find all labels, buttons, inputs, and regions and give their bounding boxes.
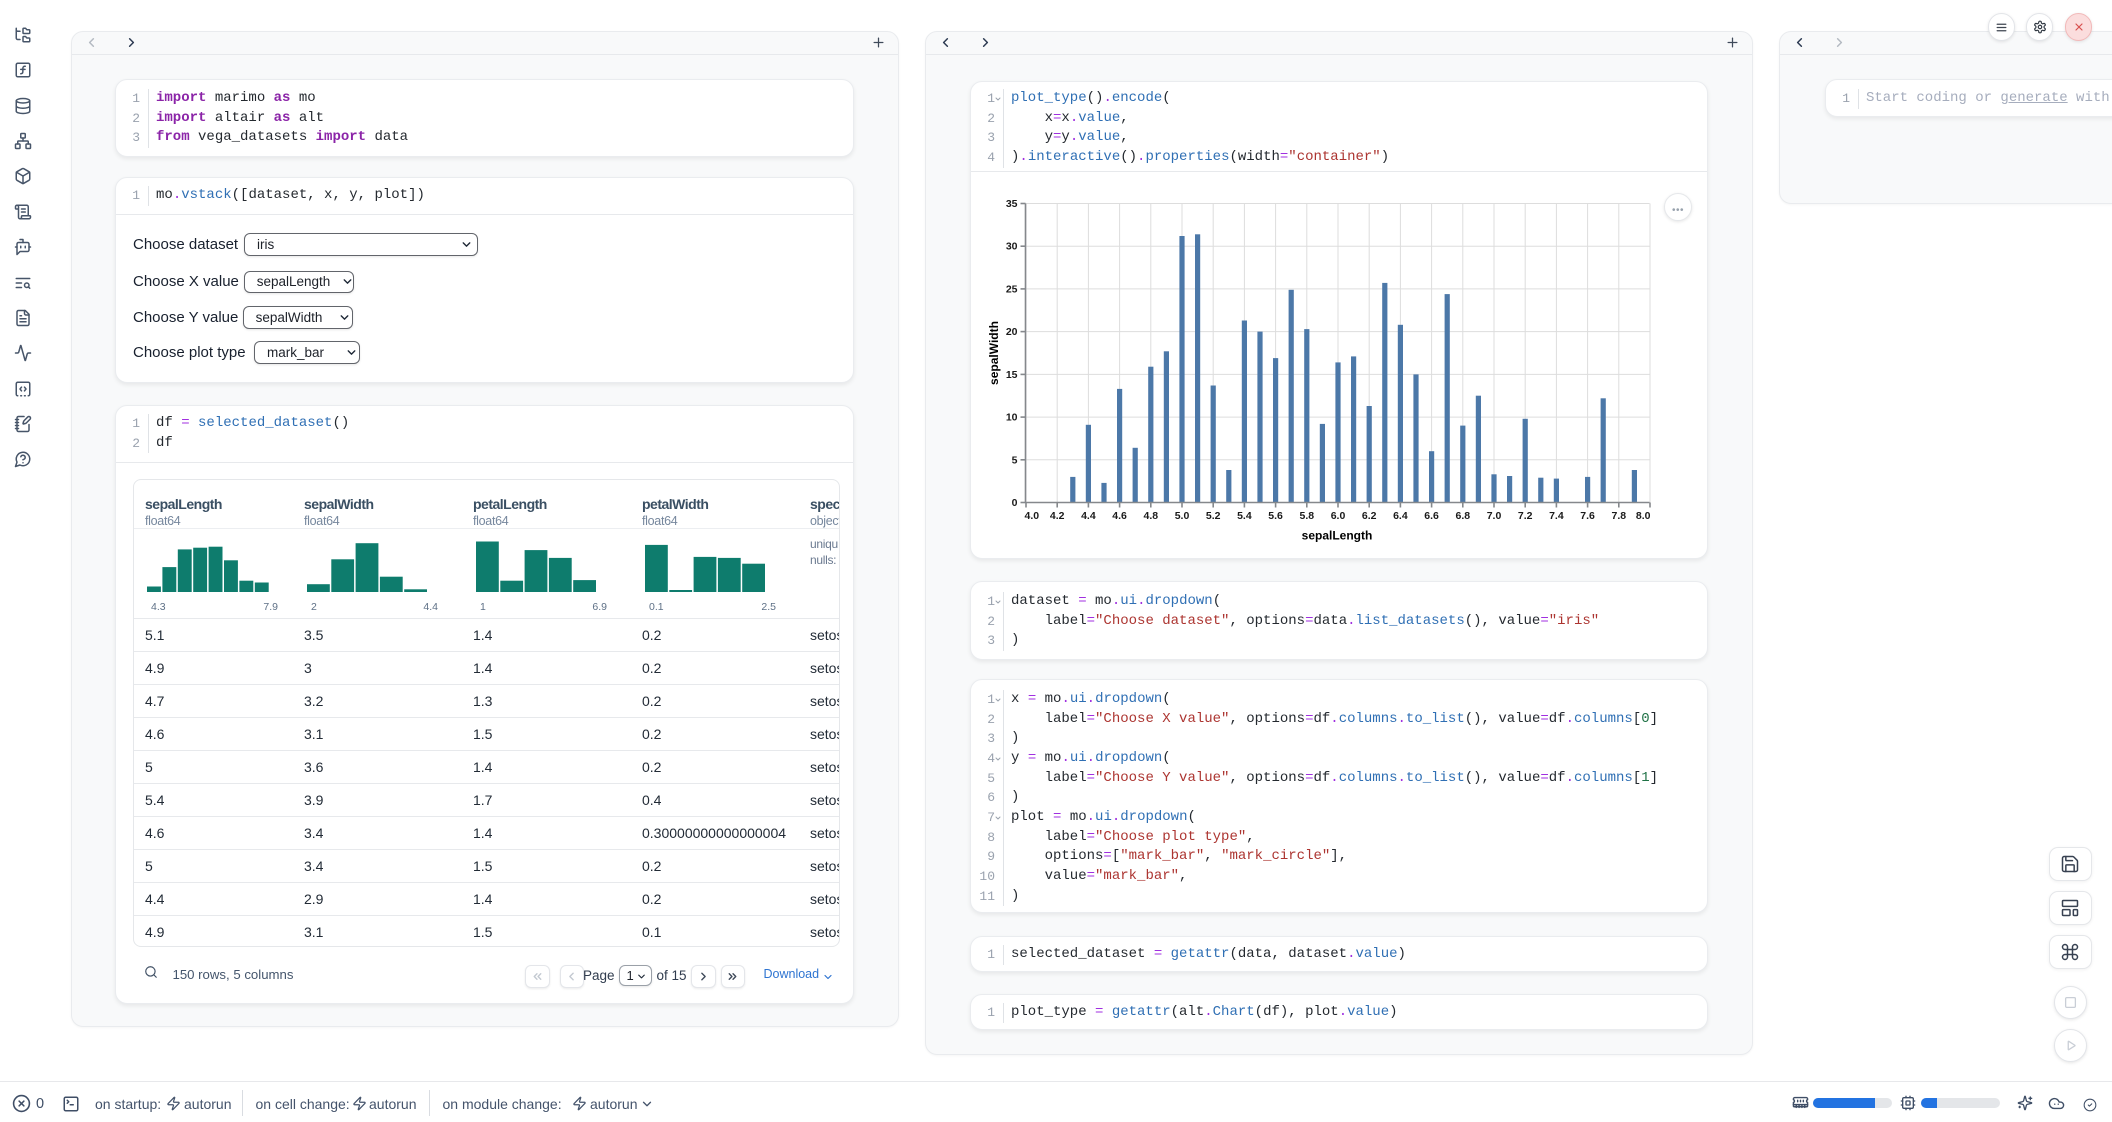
svg-text:sepalWidth: sepalWidth	[987, 321, 1001, 385]
svg-text:6.0: 6.0	[1331, 510, 1346, 522]
svg-text:5.6: 5.6	[1268, 510, 1283, 522]
svg-text:20: 20	[1006, 326, 1018, 338]
svg-text:7.2: 7.2	[1518, 510, 1533, 522]
svg-text:4.4: 4.4	[1081, 510, 1096, 522]
svg-text:35: 35	[1006, 198, 1018, 210]
svg-text:15: 15	[1006, 369, 1018, 381]
svg-text:6.4: 6.4	[1393, 510, 1408, 522]
svg-text:4.6: 4.6	[1112, 510, 1127, 522]
svg-text:7.4: 7.4	[1549, 510, 1564, 522]
svg-text:4.0: 4.0	[1025, 510, 1040, 522]
svg-text:5.8: 5.8	[1299, 510, 1314, 522]
svg-text:10: 10	[1006, 412, 1018, 424]
svg-text:30: 30	[1006, 241, 1018, 253]
svg-text:25: 25	[1006, 283, 1018, 295]
svg-text:7.8: 7.8	[1611, 510, 1626, 522]
svg-text:6.8: 6.8	[1455, 510, 1470, 522]
svg-text:5.4: 5.4	[1237, 510, 1252, 522]
svg-text:6.2: 6.2	[1362, 510, 1377, 522]
svg-text:4.8: 4.8	[1143, 510, 1158, 522]
svg-text:5.2: 5.2	[1206, 510, 1221, 522]
svg-text:7.6: 7.6	[1580, 510, 1595, 522]
svg-text:4.2: 4.2	[1050, 510, 1065, 522]
svg-text:6.6: 6.6	[1424, 510, 1439, 522]
svg-text:5: 5	[1012, 454, 1018, 466]
svg-text:7.0: 7.0	[1487, 510, 1502, 522]
svg-text:0: 0	[1012, 497, 1018, 509]
svg-text:sepalLength: sepalLength	[1302, 529, 1373, 543]
svg-text:5.0: 5.0	[1175, 510, 1190, 522]
svg-text:8.0: 8.0	[1636, 510, 1651, 522]
